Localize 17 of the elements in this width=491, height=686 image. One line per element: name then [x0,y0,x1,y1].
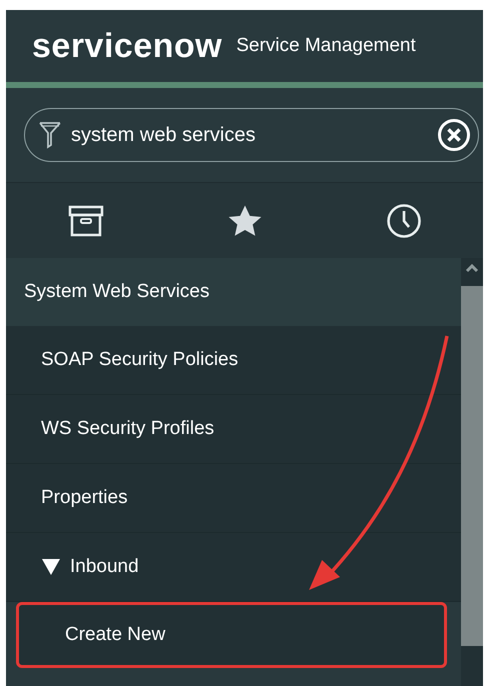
nav-link[interactable]: SOAP Security Policies [6,326,461,395]
nav-link[interactable]: Create New [16,602,447,668]
logo: servicenow [32,29,222,63]
filter-icon [38,120,62,150]
section-item[interactable]: Inbound [6,533,461,602]
nav-link[interactable]: Properties [6,464,461,533]
section-label: Inbound [70,554,139,579]
app-title: Service Management [236,34,416,58]
archive-box-icon[interactable] [68,204,104,236]
expanded-triangle-icon[interactable] [41,558,61,576]
star-icon[interactable] [226,204,262,238]
filter-field[interactable]: system web services [24,108,479,162]
clock-icon[interactable] [386,202,422,238]
scrollbar-thumb[interactable] [461,286,483,646]
clear-icon[interactable] [437,118,471,152]
nav-link[interactable]: WS Security Profiles [6,395,461,464]
application-header[interactable]: System Web Services [6,258,461,326]
